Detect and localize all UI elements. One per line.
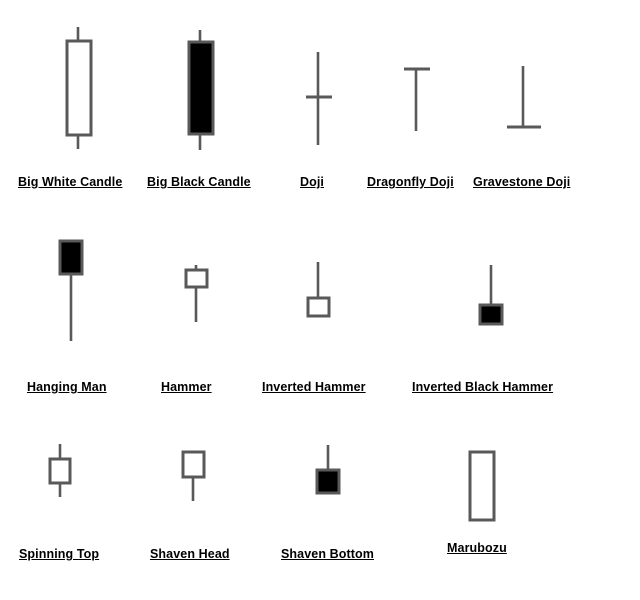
candle-label-inverted-hammer: Inverted Hammer [262,380,366,394]
candle-shaven-head [181,450,206,501]
candle-body [65,39,93,137]
candle-inverted-hammer [306,262,331,318]
candle-dragonfly-doji [404,67,430,131]
candle-label-shaven-bottom: Shaven Bottom [281,547,374,561]
candle-marubozu [468,450,496,522]
candle-label-shaven-head: Shaven Head [150,547,230,561]
candle-hanging-man [58,239,84,341]
candle-body [187,40,215,136]
candle-doji [306,52,332,145]
candle-inverted-black-hammer [478,265,504,326]
candlestick-pattern-diagram: Big White Candle Big Black Candle Doji Drag… [0,0,640,600]
candle-body [184,268,209,289]
candle-label-dragonfly-doji: Dragonfly Doji [367,175,454,189]
candle-label-hammer: Hammer [161,380,212,394]
candle-body [478,303,504,326]
candle-body [315,468,341,495]
candle-body [306,296,331,318]
candle-label-big-white-candle: Big White Candle [18,175,123,189]
candle-label-spinning-top: Spinning Top [19,547,100,561]
candle-label-hanging-man: Hanging Man [27,380,107,394]
candle-hammer [184,265,209,322]
candle-label-marubozu: Marubozu [447,541,507,555]
candles-layer [48,27,541,522]
candle-label-doji: Doji [300,175,325,189]
candle-big-black-candle [187,30,215,150]
candle-shaven-bottom [315,445,341,495]
candle-big-white-candle [65,27,93,149]
candle-spinning-top [48,444,72,497]
candle-label-big-black-candle: Big Black Candle [147,175,251,189]
candle-body [181,450,206,479]
candle-label-gravestone-doji: Gravestone Doji [473,175,571,189]
candle-gravestone-doji [507,66,541,129]
candle-body [48,457,72,485]
candle-label-inverted-black-hammer: Inverted Black Hammer [412,380,554,394]
candle-body [468,450,496,522]
candle-body [58,239,84,276]
